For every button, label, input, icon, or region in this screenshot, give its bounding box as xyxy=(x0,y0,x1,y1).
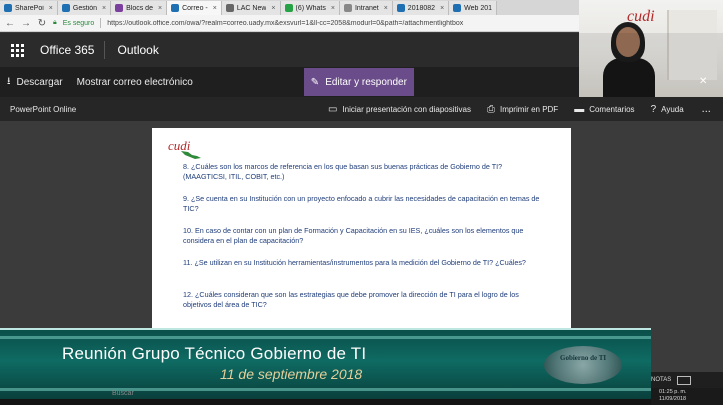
more-options-icon[interactable]: ... xyxy=(702,103,711,115)
slideshow-label: Iniciar presentación con diapositivas xyxy=(342,104,471,114)
help-label: Ayuda xyxy=(661,104,684,114)
search-label[interactable]: Buscar xyxy=(112,390,134,397)
tab-label: (6) Whats xyxy=(295,4,326,12)
download-icon: ⭳ xyxy=(7,75,11,87)
browser-tab[interactable]: (6) Whats × xyxy=(280,1,340,15)
tab-label: SharePoi xyxy=(15,4,44,12)
tab-label: 2018082 xyxy=(407,4,436,12)
edit-reply-button[interactable]: ✎ Editar y responder xyxy=(303,68,414,96)
mexico-map-icon xyxy=(181,151,201,159)
event-banner: Reunión Grupo Técnico Gobierno de TI 11 … xyxy=(0,328,651,399)
clock-time: 01:25 p. m. xyxy=(659,389,687,395)
banner-title: Reunión Grupo Técnico Gobierno de TI xyxy=(62,344,367,363)
browser-tab[interactable]: 2018082 × xyxy=(392,1,450,15)
url-field[interactable]: https://outlook.office.com/owa/?realm=co… xyxy=(107,20,577,27)
close-icon[interactable]: × xyxy=(102,5,106,12)
print-pdf-button[interactable]: ⎙ Imprimir en PDF xyxy=(479,104,566,115)
app-launcher-button[interactable] xyxy=(0,33,34,67)
edit-reply-label: Editar y responder xyxy=(325,76,407,88)
browser-tab[interactable]: Intranet × xyxy=(339,1,393,15)
webcam-overlay: cudi ✕ xyxy=(579,0,723,97)
browser-tab[interactable]: SharePoi × xyxy=(0,1,58,15)
slide: cudi 8. ¿Cuáles son los marcos de refere… xyxy=(152,128,571,328)
banner-date: 11 de septiembre 2018 xyxy=(220,366,363,382)
browser-tab[interactable]: LAC New × xyxy=(221,1,281,15)
tab-label: Blocs de xyxy=(126,4,153,12)
download-label: Descargar xyxy=(16,76,63,88)
help-button[interactable]: ? Ayuda xyxy=(643,104,692,115)
help-icon: ? xyxy=(650,103,657,115)
close-icon[interactable]: × xyxy=(158,5,162,12)
ppt-toolbar: PowerPoint Online ▭ Iniciar presentación… xyxy=(0,97,723,121)
notes-label: NOTAS xyxy=(651,377,672,383)
seal-text: Gobierno de TI xyxy=(560,354,607,362)
tab-label: LAC New xyxy=(236,4,267,12)
close-icon[interactable]: × xyxy=(384,5,388,12)
tab-label: Correo - xyxy=(182,4,208,12)
ppt-app-title: PowerPoint Online xyxy=(10,104,77,114)
pencil-icon: ✎ xyxy=(310,76,320,88)
browser-tab[interactable]: Web 201 xyxy=(449,1,498,15)
slideshow-button[interactable]: ▭ Iniciar presentación con diapositivas xyxy=(320,104,479,115)
close-icon[interactable]: × xyxy=(271,5,275,12)
sharepoint-icon xyxy=(61,4,70,12)
outlook-icon xyxy=(171,4,180,12)
back-icon[interactable]: ← xyxy=(5,18,15,29)
question-10: 10. En caso de contar con un plan de For… xyxy=(183,226,524,245)
tab-label: Gestión xyxy=(72,4,98,12)
banner-stripe xyxy=(0,336,651,339)
comment-icon: ▬ xyxy=(574,103,585,115)
browser-tab-active[interactable]: Correo - × xyxy=(167,1,222,15)
browser-tab[interactable]: Blocs de × xyxy=(111,1,168,15)
secure-label: Es seguro xyxy=(62,19,95,27)
lock-icon: 🔒︎ xyxy=(53,19,57,26)
projector-icon: ▭ xyxy=(328,103,338,115)
question-12: 12. ¿Cuáles consideran que son las estra… xyxy=(183,290,519,309)
close-icon[interactable]: × xyxy=(213,5,217,12)
screen: SharePoi × Gestión × Blocs de × Correo -… xyxy=(0,0,723,405)
show-email-label: Mostrar correo electrónico xyxy=(76,76,193,88)
comments-label: Comentarios xyxy=(589,104,635,114)
close-icon[interactable]: × xyxy=(49,5,53,12)
close-icon[interactable]: × xyxy=(331,5,335,12)
web-icon xyxy=(225,4,234,12)
app-title[interactable]: Outlook xyxy=(105,43,158,57)
divider xyxy=(100,18,102,28)
shade xyxy=(579,33,723,97)
gobierno-ti-seal-icon xyxy=(544,346,622,384)
download-button[interactable]: ⭳ Descargar xyxy=(0,67,70,97)
suite-title[interactable]: Office 365 xyxy=(34,41,106,59)
tab-label: Intranet xyxy=(354,4,379,12)
sharepoint-icon xyxy=(453,4,462,12)
reload-icon[interactable]: ↻ xyxy=(37,18,47,29)
reading-view-icon[interactable] xyxy=(677,375,692,385)
whatsapp-icon xyxy=(284,4,293,12)
clock-date: 11/09/2018 xyxy=(659,396,687,402)
question-9: 9. ¿Se cuenta en su Institución con un p… xyxy=(183,194,540,213)
tab-label: Web 201 xyxy=(464,4,493,12)
document-icon xyxy=(343,4,352,12)
notes-area[interactable]: NOTAS xyxy=(651,372,723,388)
sharepoint-icon xyxy=(396,4,405,12)
taskbar: Buscar xyxy=(0,390,651,405)
banner-stripe xyxy=(0,388,651,391)
browser-tab[interactable]: Gestión × xyxy=(57,1,112,15)
show-email-button[interactable]: Mostrar correo electrónico xyxy=(70,67,200,97)
forward-icon[interactable]: → xyxy=(21,18,31,29)
print-pdf-label: Imprimir en PDF xyxy=(499,104,559,114)
question-8: 8. ¿Cuáles son los marcos de referencia … xyxy=(183,162,503,181)
printer-icon: ⎙ xyxy=(486,103,495,115)
close-icon[interactable]: ✕ xyxy=(699,76,707,87)
onenote-icon xyxy=(115,4,124,12)
cudi-logo: cudi xyxy=(168,138,208,162)
comments-button[interactable]: ▬ Comentarios xyxy=(566,104,642,115)
close-icon[interactable]: × xyxy=(440,5,444,12)
question-11: 11. ¿Se utilizan en su Institución herra… xyxy=(183,258,526,267)
system-clock: 01:25 p. m. 11/09/2018 xyxy=(651,388,723,405)
waffle-icon xyxy=(10,43,24,57)
sharepoint-icon xyxy=(4,4,12,12)
